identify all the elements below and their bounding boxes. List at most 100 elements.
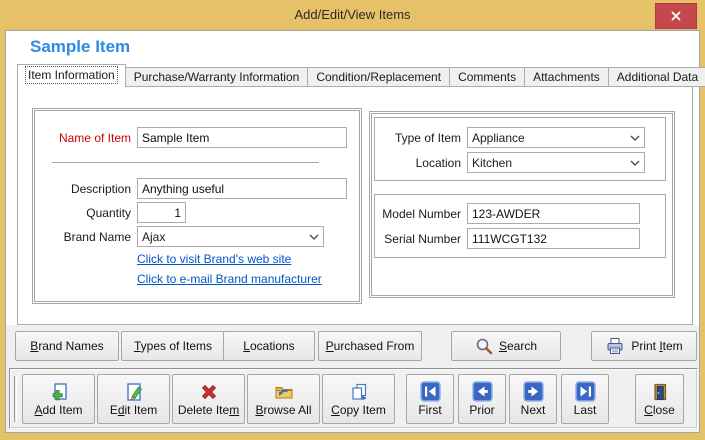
copy-pages-icon [349,382,369,402]
search-icon [475,337,493,355]
type-location-panel: Type of Item Appliance Location Kitchen [374,117,666,181]
edit-item-button[interactable]: Edit Item [97,374,170,424]
tab-label: Item Information [26,67,117,83]
button-label: Copy Item [331,404,386,417]
next-record-button[interactable]: Next [509,374,557,424]
add-item-button[interactable]: Add Item [22,374,95,424]
record-toolbar-panel: Add Item Edit Item Delete Item Browse Al… [9,368,698,429]
button-label: Brand Names [30,339,103,353]
tab-label: Purchase/Warranty Information [134,70,300,84]
tab-label: Attachments [533,70,600,84]
button-label: Purchased From [326,339,415,353]
tab-purchase-warranty-information[interactable]: Purchase/Warranty Information [125,67,309,87]
nav-next-icon [523,381,544,402]
button-label: Search [499,339,537,353]
serial-number-input[interactable] [467,228,640,249]
chevron-down-icon [630,135,640,141]
types-of-items-button[interactable]: Types of Items [121,331,225,361]
last-record-button[interactable]: Last [561,374,609,424]
quantity-row: Quantity [35,202,359,223]
button-label: Prior [469,404,494,417]
description-label: Description [35,182,137,196]
search-button[interactable]: Search [451,331,561,361]
printer-icon [605,336,625,356]
serial-number-row: Serial Number [375,228,665,249]
button-label: Next [521,404,546,417]
button-label: Last [574,404,597,417]
model-number-label: Model Number [375,207,467,221]
delete-item-button[interactable]: Delete Item [172,374,245,424]
print-item-button[interactable]: Print Item [591,331,697,361]
type-of-item-dropdown[interactable]: Appliance [467,127,645,148]
item-identity-groupbox: Name of Item Description Quantity Brand … [32,108,362,304]
add-page-icon [49,382,69,402]
name-of-item-row: Name of Item [35,127,359,148]
button-label: Close [644,404,675,417]
prior-record-button[interactable]: Prior [458,374,506,424]
chevron-down-icon [309,234,319,240]
dialog-client: Sample Item Item Information Purchase/Wa… [5,30,700,433]
model-number-input[interactable] [467,203,640,224]
titlebar: Add/Edit/View Items [0,0,705,30]
quantity-input[interactable] [137,202,186,223]
serial-number-label: Serial Number [375,232,467,246]
button-label: Edit Item [110,404,157,417]
nav-first-icon [420,381,441,402]
button-label: First [418,404,441,417]
window-title: Add/Edit/View Items [294,7,410,22]
name-of-item-label: Name of Item [35,131,137,145]
close-x-icon [670,10,682,22]
tab-condition-replacement[interactable]: Condition/Replacement [307,67,450,87]
type-of-item-row: Type of Item Appliance [375,127,665,148]
item-classification-groupbox: Type of Item Appliance Location Kitchen [369,111,675,298]
tab-item-information[interactable]: Item Information [17,64,126,87]
toolbar-gripper[interactable] [14,376,17,422]
description-input[interactable] [137,178,347,199]
button-label: Add Item [34,404,82,417]
name-of-item-input[interactable] [137,127,347,148]
lower-button-zone: Brand Names Types of Items Locations Pur… [6,325,699,432]
brand-website-link[interactable]: Click to visit Brand's web site [137,252,291,266]
button-label: Print Item [631,339,682,353]
brand-name-dropdown[interactable]: Ajax [137,226,324,247]
tab-label: Condition/Replacement [316,70,441,84]
window-close-button[interactable] [655,3,697,29]
nav-last-icon [575,381,596,402]
edit-pencil-icon [124,382,144,402]
tab-attachments[interactable]: Attachments [524,67,609,87]
type-of-item-label: Type of Item [375,131,467,145]
button-label: Types of Items [134,339,212,353]
brand-names-button[interactable]: Brand Names [15,331,119,361]
close-button[interactable]: Close [635,374,684,424]
nav-prior-icon [472,381,493,402]
location-dropdown[interactable]: Kitchen [467,152,645,173]
dialog-window: Add/Edit/View Items Sample Item Item Inf… [0,0,705,440]
location-label: Location [375,156,467,170]
brand-name-value: Ajax [142,230,309,244]
button-label: Delete Item [178,404,239,417]
copy-item-button[interactable]: Copy Item [322,374,395,424]
chevron-down-icon [630,160,640,166]
brand-name-row: Brand Name Ajax [35,226,359,247]
quantity-label: Quantity [35,206,137,220]
locations-button[interactable]: Locations [223,331,315,361]
door-icon [650,382,670,402]
brand-name-label: Brand Name [35,230,137,244]
browse-all-button[interactable]: Browse All [247,374,320,424]
button-label: Locations [243,339,294,353]
first-record-button[interactable]: First [406,374,454,424]
purchased-from-button[interactable]: Purchased From [318,331,422,361]
tab-additional-data[interactable]: Additional Data [608,67,705,87]
brand-email-link[interactable]: Click to e-mail Brand manufacturer [137,272,322,286]
delete-x-icon [199,382,219,402]
button-label: Browse All [255,404,311,417]
tab-comments[interactable]: Comments [449,67,525,87]
tab-bar: Item Information Purchase/Warranty Infor… [17,64,705,87]
item-title-heading: Sample Item [30,37,130,57]
separator-line [52,162,319,163]
tab-label: Additional Data [617,70,698,84]
description-row: Description [35,178,359,199]
model-number-row: Model Number [375,203,665,224]
model-serial-panel: Model Number Serial Number [374,194,666,258]
location-row: Location Kitchen [375,152,665,173]
